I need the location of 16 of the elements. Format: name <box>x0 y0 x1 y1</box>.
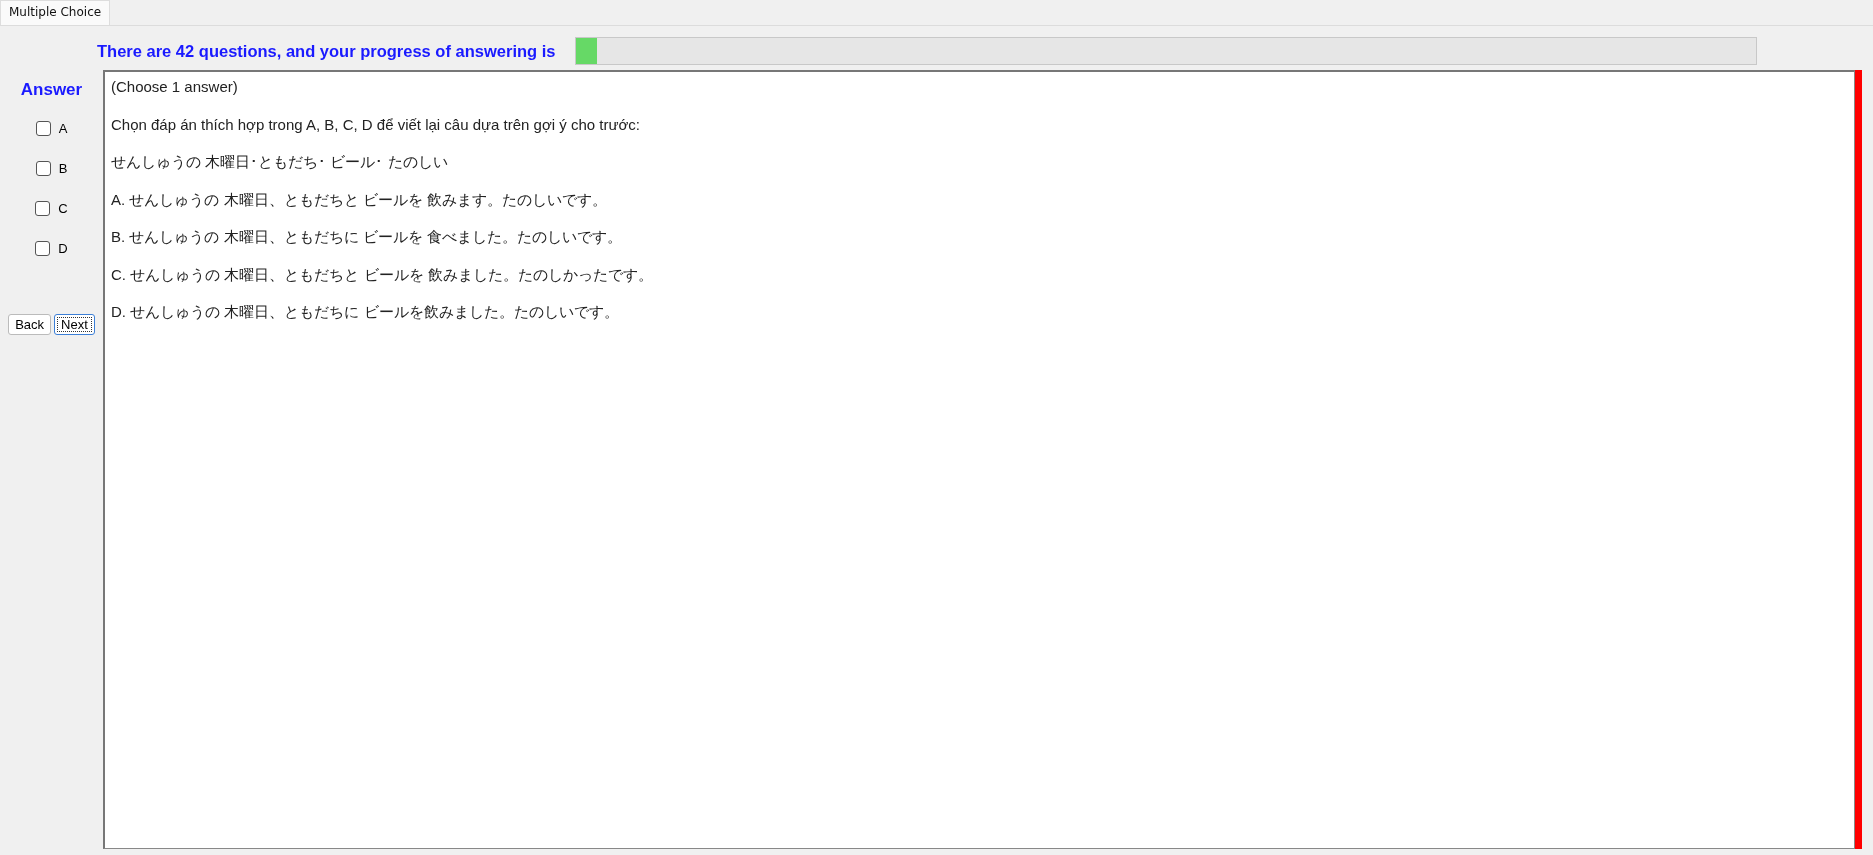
question-text: A. せんしゅうの 木曜日、ともだちと ビールを 飲みます。たのしいです。 <box>111 190 608 210</box>
progress-label: There are 42 questions, and your progress of answering is <box>97 41 556 61</box>
question-text: C. せんしゅうの 木曜日、ともだちと ビールを 飲みました。たのしかったです。 <box>111 265 654 285</box>
question-text: B. せんしゅうの 木曜日、ともだちに ビールを 食べました。たのしいです。 <box>111 228 623 247</box>
answer-checkbox[interactable]: D <box>35 228 68 268</box>
question-text: (Choose 1 answer) <box>111 78 239 97</box>
answer-checkbox[interactable]: A <box>35 108 68 148</box>
question-text: Chọn đáp án thích hợp trong A, B, C, D để viết lại câu dựa trên gợi ý cho trước: <box>111 115 642 135</box>
window-tab[interactable]: Multiple Choice <box>0 0 111 25</box>
answer-checkbox[interactable]: B <box>35 148 68 188</box>
question-text: D. せんしゅうの 木曜日、ともだちに ビールを飲みました。たのしいです。 <box>111 303 620 322</box>
next-button[interactable]: Next <box>54 314 95 335</box>
answer-checkbox[interactable]: C <box>35 188 68 228</box>
back-button[interactable]: Back <box>8 314 52 335</box>
answer-heading: Answer <box>20 80 83 100</box>
question-text: せんしゅうの 木曜日･ともだち･ ビール･ たのしい <box>111 153 449 172</box>
